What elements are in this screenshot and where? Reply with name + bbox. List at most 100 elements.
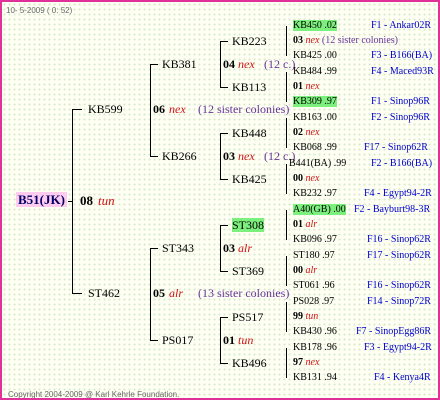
gen3-item[interactable]: KB448 bbox=[232, 126, 267, 140]
connector bbox=[220, 87, 228, 88]
gen3-item[interactable]: ST308 bbox=[232, 218, 265, 232]
gen3-item[interactable]: KB223 bbox=[232, 34, 267, 48]
gen4-ref[interactable]: F17 - Sinop62R bbox=[367, 249, 431, 263]
gen4-row: 97 nex bbox=[293, 357, 320, 368]
connector bbox=[150, 340, 158, 341]
gen4-row[interactable]: KB450 .02 bbox=[293, 19, 337, 33]
connector bbox=[220, 271, 228, 272]
connector bbox=[286, 164, 287, 194]
connector bbox=[150, 156, 158, 157]
gen4-row[interactable]: ST061 .96 bbox=[293, 279, 335, 293]
connector bbox=[68, 201, 73, 202]
connector bbox=[72, 109, 82, 110]
connector bbox=[286, 72, 287, 102]
gen4-row: 00 alr bbox=[293, 265, 318, 276]
connector bbox=[150, 248, 151, 340]
gen4-row: 02 nex bbox=[293, 127, 320, 138]
connector bbox=[220, 41, 228, 42]
sire-dam-code: 06 bbox=[153, 102, 165, 116]
gen3-item[interactable]: ST369 bbox=[232, 264, 264, 278]
gen3-item[interactable]: KB113 bbox=[232, 80, 266, 94]
dam-id[interactable]: ST462 bbox=[88, 286, 120, 300]
gen4-ref[interactable]: F7 - SinopEgg86R bbox=[356, 325, 431, 339]
gen2-c-id[interactable]: ST343 bbox=[162, 241, 194, 255]
sire-dam-colonies: (12 sister colonies) bbox=[198, 102, 290, 116]
gen4-row[interactable]: KB131 .94 bbox=[293, 371, 337, 385]
gen2-d-code: 01 bbox=[223, 333, 235, 347]
gen2-d-breed: tun bbox=[238, 333, 254, 347]
root-queen[interactable]: B51(JK) bbox=[16, 192, 67, 207]
gen4-ref[interactable]: F4 - Kenya4R bbox=[374, 371, 431, 385]
connector bbox=[220, 317, 221, 363]
connector bbox=[220, 363, 228, 364]
sire-id[interactable]: KB599 bbox=[88, 102, 123, 116]
gen3-item[interactable]: PS517 bbox=[232, 310, 263, 324]
gen2-c-code: 03 bbox=[223, 241, 235, 255]
gen4-row[interactable]: ST180 .97 bbox=[293, 249, 335, 263]
gen2-a-id[interactable]: KB381 bbox=[162, 57, 197, 71]
dam-dam-code: 05 bbox=[153, 286, 165, 300]
gen4-row: 99 tun bbox=[293, 311, 319, 322]
gen4-ref[interactable]: F2 - B166(BA) bbox=[371, 157, 432, 171]
connector bbox=[220, 225, 228, 226]
connector bbox=[286, 256, 287, 286]
gen4-ref[interactable]: F4 - Maced93R bbox=[371, 65, 434, 79]
gen4-row[interactable]: B441(BA) .99 bbox=[289, 157, 346, 171]
gen4-ref[interactable]: F3 - B166(BA) bbox=[371, 49, 432, 63]
connector bbox=[72, 293, 82, 294]
gen4-row[interactable]: KB068 .99 bbox=[293, 141, 337, 155]
gen4-row[interactable]: KB163 .00 bbox=[293, 111, 337, 125]
gen4-ref[interactable]: F16 - Sinop62R bbox=[367, 233, 431, 247]
gen4-row: 01 nex bbox=[293, 81, 320, 92]
connector bbox=[150, 64, 151, 156]
gen4-ref[interactable]: F17 - Sinop62R bbox=[364, 141, 428, 155]
connector bbox=[286, 348, 287, 378]
gen4-row[interactable]: KB309 .97 bbox=[293, 95, 337, 109]
connector bbox=[220, 41, 221, 87]
gen3-item[interactable]: KB496 bbox=[232, 356, 267, 370]
gen4-row[interactable]: A40(GB) .00 bbox=[293, 203, 346, 217]
root-code: 08 bbox=[80, 193, 93, 208]
gen2-a-colonies: (12 c.) bbox=[264, 57, 296, 71]
gen2-b-breed: nex bbox=[238, 149, 255, 163]
gen4-row: 03 nex (12 sister colonies) bbox=[293, 35, 398, 46]
gen4-row[interactable]: KB178 .96 bbox=[293, 341, 337, 355]
connector bbox=[286, 26, 287, 56]
connector bbox=[220, 225, 221, 271]
gen4-ref[interactable]: F1 - Sinop96R bbox=[371, 95, 430, 109]
copyright: Copyright 2004-2009 @ Karl Kehrle Founda… bbox=[8, 390, 180, 399]
gen4-ref[interactable]: F1 - Ankar02R bbox=[371, 19, 431, 33]
gen4-row: 01 alr bbox=[293, 219, 318, 230]
date-stamp: 10- 5-2009 ( 0: 52) bbox=[6, 6, 73, 15]
gen4-ref[interactable]: F3 - Egypt94-2R bbox=[364, 341, 432, 355]
gen4-ref[interactable]: F4 - Egypt94-2R bbox=[364, 187, 432, 201]
gen4-row[interactable]: KB430 .96 bbox=[293, 325, 337, 339]
gen2-a-code: 04 bbox=[223, 57, 235, 71]
gen2-c-breed: alr bbox=[238, 241, 253, 255]
connector bbox=[220, 133, 221, 179]
gen2-b-id[interactable]: KB266 bbox=[162, 149, 197, 163]
gen4-row[interactable]: PS028 .97 bbox=[293, 295, 334, 309]
connector bbox=[150, 64, 158, 65]
gen4-row[interactable]: KB232 .97 bbox=[293, 187, 337, 201]
connector bbox=[150, 248, 158, 249]
gen2-b-code: 03 bbox=[223, 149, 235, 163]
connector bbox=[286, 210, 287, 240]
gen4-row[interactable]: KB484 .99 bbox=[293, 65, 337, 79]
gen4-ref[interactable]: F14 - Sinop72R bbox=[367, 295, 431, 309]
gen4-ref[interactable]: F16 - Sinop62R bbox=[367, 279, 431, 293]
connector bbox=[220, 179, 228, 180]
gen4-ref[interactable]: F2 - Sinop96R bbox=[371, 111, 430, 125]
gen4-ref[interactable]: F2 - Bayburt98-3R bbox=[354, 203, 430, 217]
connector bbox=[286, 302, 287, 332]
root-queen-id: B51(JK) bbox=[16, 192, 67, 207]
gen4-row[interactable]: KB425 .00 bbox=[293, 49, 337, 63]
dam-dam-breed: alr bbox=[169, 286, 184, 300]
connector bbox=[220, 133, 228, 134]
gen4-row[interactable]: KB096 .97 bbox=[293, 233, 337, 247]
gen4-row: 00 nex bbox=[293, 173, 320, 184]
connector bbox=[286, 118, 287, 148]
gen2-d-id[interactable]: PS017 bbox=[162, 333, 193, 347]
gen3-item[interactable]: KB425 bbox=[232, 172, 267, 186]
dam-dam-colonies: (13 sister colonies) bbox=[198, 286, 290, 300]
